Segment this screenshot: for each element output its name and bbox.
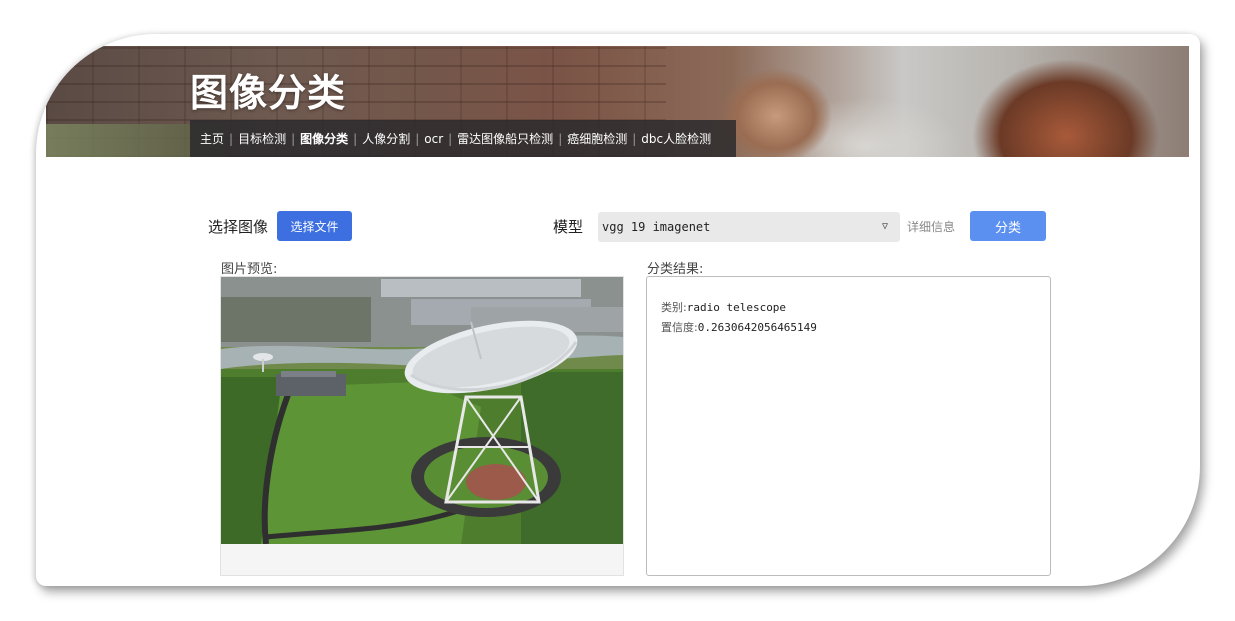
result-confidence-row: 置信度:0.2630642056465149 xyxy=(661,318,1050,338)
nav-separator: | xyxy=(632,131,637,146)
preview-image xyxy=(221,277,623,544)
nav-item-home[interactable]: 主页 xyxy=(200,130,224,147)
nav-item-ocr[interactable]: ocr xyxy=(424,132,443,146)
nav-item-radar-ship-detection[interactable]: 雷达图像船只检测 xyxy=(457,130,553,147)
image-preview-panel xyxy=(220,276,624,576)
nav-separator: | xyxy=(229,131,234,146)
model-label: 模型 xyxy=(553,218,584,236)
result-category-row: 类别:radio telescope xyxy=(661,298,1050,318)
nav-separator: | xyxy=(448,131,453,146)
nav-separator: | xyxy=(291,131,296,146)
details-link[interactable]: 详细信息 xyxy=(907,218,955,235)
chevron-down-icon: ▽ xyxy=(881,221,888,232)
choose-file-button[interactable]: 选择文件 xyxy=(277,211,352,241)
page-title: 图像分类 xyxy=(190,71,347,115)
result-category-value: radio telescope xyxy=(686,301,787,314)
classification-result-panel: 类别:radio telescope 置信度:0.263064205646514… xyxy=(646,276,1051,576)
nav-item-image-classification[interactable]: 图像分类 xyxy=(300,130,348,147)
top-nav: 主页 | 目标检测 | 图像分类 | 人像分割 | ocr | 雷达图像船只检测… xyxy=(190,120,736,157)
nav-separator: | xyxy=(353,131,358,146)
nav-item-portrait-segmentation[interactable]: 人像分割 xyxy=(362,130,410,147)
model-selected-value: vgg 19 imagenet xyxy=(602,220,711,234)
nav-item-dbc-face-detection[interactable]: dbc人脸检测 xyxy=(641,130,711,147)
choose-image-label: 选择图像 xyxy=(208,218,269,236)
result-confidence-key: 置信度: xyxy=(661,321,698,334)
classify-button[interactable]: 分类 xyxy=(970,211,1046,241)
nav-separator: | xyxy=(415,131,420,146)
nav-separator: | xyxy=(558,131,563,146)
preview-label: 图片预览: xyxy=(221,262,278,277)
nav-item-object-detection[interactable]: 目标检测 xyxy=(238,130,286,147)
nav-item-cancer-cell-detection[interactable]: 癌细胞检测 xyxy=(567,130,627,147)
result-category-key: 类别: xyxy=(661,301,687,314)
model-select[interactable]: vgg 19 imagenet ▽ xyxy=(598,212,900,242)
result-confidence-value: 0.2630642056465149 xyxy=(697,321,817,334)
result-label: 分类结果: xyxy=(647,262,704,277)
